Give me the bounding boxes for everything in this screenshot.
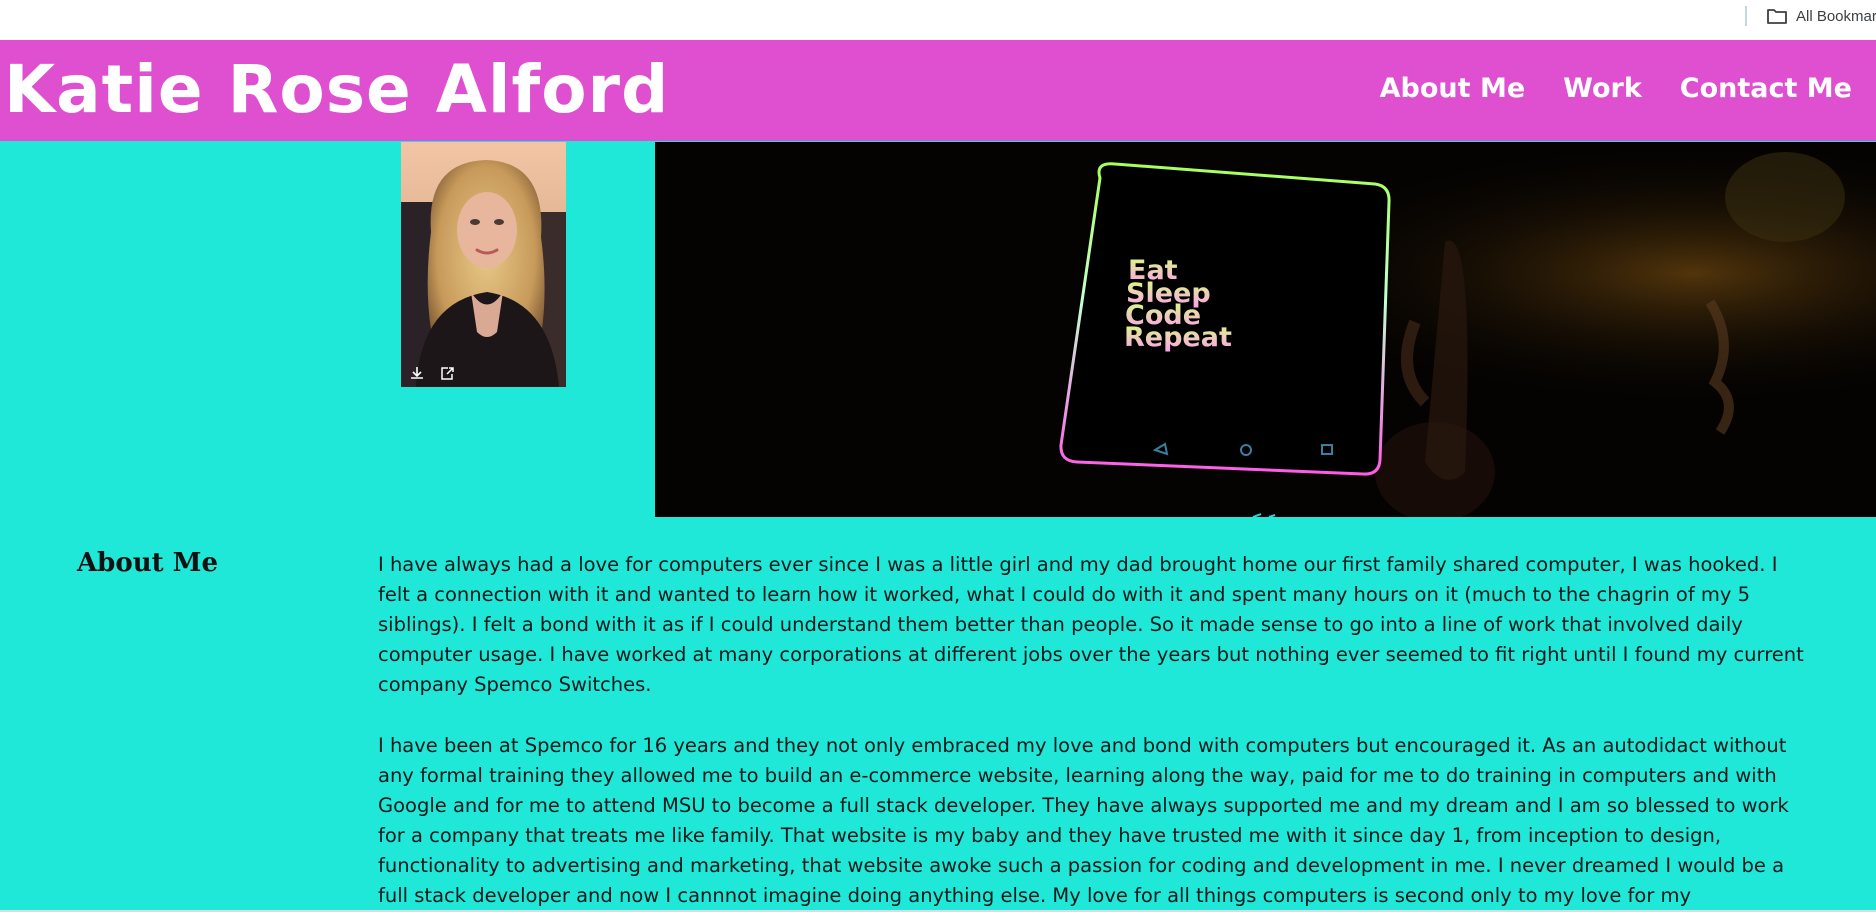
share-icon[interactable] xyxy=(439,365,455,381)
download-icon[interactable] xyxy=(409,365,425,381)
profile-photo-image xyxy=(401,142,566,387)
main-content: Eat Sleep Code Repeat About Me I have al… xyxy=(0,141,1876,910)
site-title: Katie Rose Alford xyxy=(4,51,670,128)
hero-phone-image: Eat Sleep Code Repeat xyxy=(655,142,1876,517)
all-bookmarks-button[interactable]: All Bookmar xyxy=(1766,4,1876,28)
about-paragraph-2: I have been at Spemco for 16 years and t… xyxy=(378,734,1789,907)
hero-text-repeat: Repeat xyxy=(1124,322,1232,353)
about-text: I have always had a love for computers e… xyxy=(378,550,1808,912)
nav-link-contact-me[interactable]: Contact Me xyxy=(1680,73,1852,104)
nav-link-work[interactable]: Work xyxy=(1563,73,1642,104)
nav-link-about-me[interactable]: About Me xyxy=(1380,73,1525,104)
all-bookmarks-label: All Bookmar xyxy=(1796,7,1876,25)
about-paragraph-1: I have always had a love for computers e… xyxy=(378,553,1804,696)
photo-actions xyxy=(409,365,455,381)
site-header: Katie Rose Alford About Me Work Contact … xyxy=(0,40,1876,141)
bookmarks-divider xyxy=(1745,6,1747,26)
bookmarks-bar: All Bookmar xyxy=(0,0,1876,40)
folder-icon xyxy=(1767,9,1787,24)
hero-image: Eat Sleep Code Repeat xyxy=(655,142,1876,517)
profile-photo xyxy=(401,142,566,387)
main-nav: About Me Work Contact Me xyxy=(1380,73,1852,104)
about-heading: About Me xyxy=(77,548,218,578)
